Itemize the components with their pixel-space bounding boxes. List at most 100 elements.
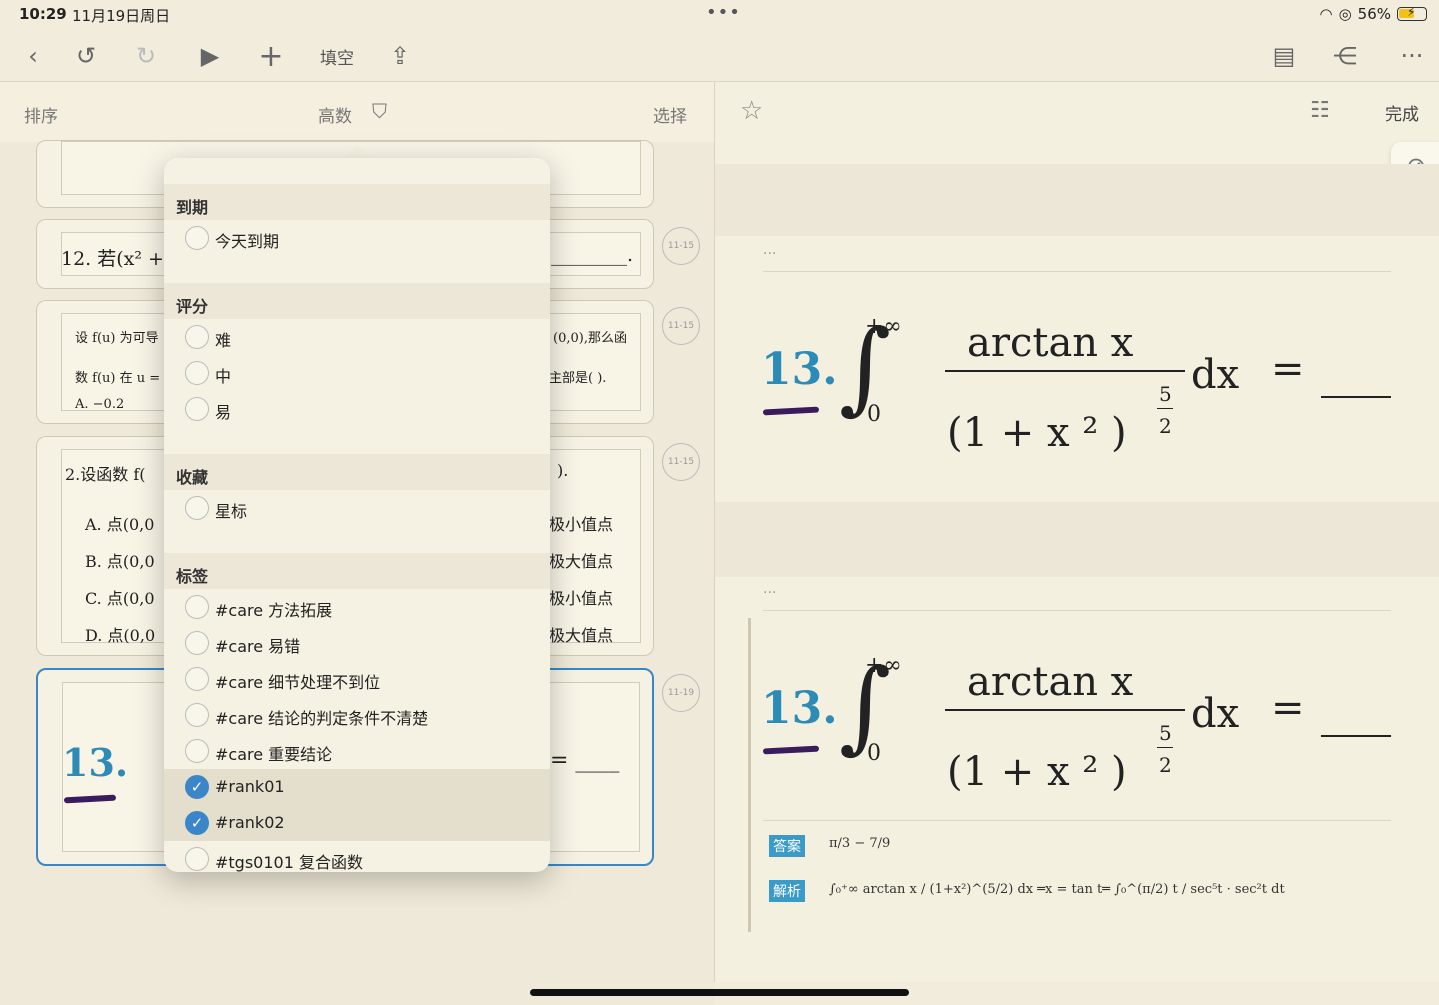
option-tag[interactable]: #tgs0101 复合函数: [164, 841, 550, 872]
divider: [763, 271, 1391, 272]
list-header: 排序 高数 ⛉ 选择: [0, 82, 714, 142]
question-number: 13.: [761, 344, 838, 395]
front-more-icon[interactable]: ···: [763, 246, 776, 262]
redo-icon[interactable]: ↻: [129, 40, 163, 72]
differential: dx: [1191, 691, 1240, 737]
share-icon[interactable]: ⇪: [383, 40, 417, 72]
lower-limit: 0: [867, 402, 881, 427]
fill-blank-button[interactable]: 填空: [320, 44, 354, 69]
wifi-icon: ◠: [1319, 5, 1333, 23]
option-tag[interactable]: #care 结论的判定条件不清楚: [164, 697, 550, 733]
sort-button[interactable]: 排序: [24, 102, 58, 127]
denominator: (1 + x ² ): [947, 410, 1127, 456]
option-due-today[interactable]: 今天到期: [164, 220, 550, 256]
radio-circle-icon[interactable]: [185, 226, 209, 250]
denominator: (1 + x ² ): [947, 749, 1127, 795]
more-icon[interactable]: ···: [1395, 40, 1429, 72]
analysis-text: ∫₀⁺∞ arctan x / (1+x²)^(5/2) dx ═x = tan…: [829, 882, 1285, 897]
fraction-bar: [945, 370, 1185, 372]
multitask-dots-icon[interactable]: •••: [706, 2, 741, 23]
undo-icon[interactable]: ↺: [69, 40, 103, 72]
fraction-bar: [945, 709, 1185, 711]
play-icon[interactable]: ▶: [193, 40, 227, 72]
radio-circle-icon[interactable]: [185, 397, 209, 421]
option-tag-rank02[interactable]: ✓ #rank02: [164, 805, 550, 841]
option-tag[interactable]: #care 方法拓展: [164, 589, 550, 625]
option-tag[interactable]: #care 重要结论: [164, 733, 550, 769]
radio-circle-icon[interactable]: [185, 631, 209, 655]
answer-value: π/3 − 7/9: [829, 836, 891, 851]
upper-limit: +∞: [865, 314, 902, 339]
due-date-badge: 11-15: [662, 443, 700, 481]
section-favorites: 收藏: [164, 454, 550, 490]
exponent-bar: [1157, 747, 1173, 748]
answer-blank: [1321, 735, 1391, 737]
status-bar: 10:29 11月19日周日 ••• ◠ ◎ 56% ⚡: [0, 0, 1439, 30]
back-icon[interactable]: ‹: [16, 40, 50, 72]
select-button[interactable]: 选择: [653, 102, 687, 127]
filter-icon[interactable]: ⛉: [372, 99, 387, 123]
equals-sign: =: [1271, 346, 1305, 392]
differential: dx: [1191, 352, 1240, 398]
mindmap-icon[interactable]: ⋲: [1328, 40, 1362, 72]
card-text: ).: [557, 461, 569, 480]
radio-circle-icon[interactable]: [185, 496, 209, 520]
option-tag-rank01[interactable]: ✓ #rank01: [164, 769, 550, 805]
card-text: (0,0),那么函: [553, 331, 627, 346]
checkmark-icon[interactable]: ✓: [185, 811, 209, 835]
ink-underline: [762, 406, 820, 416]
back-more-icon[interactable]: ···: [763, 585, 776, 601]
exponent-numerator: 5: [1159, 721, 1172, 745]
star-icon[interactable]: ☆: [740, 96, 763, 126]
separator-band: [715, 164, 1439, 236]
checkmark-icon[interactable]: ✓: [185, 775, 209, 799]
exponent-bar: [1157, 408, 1173, 409]
top-toolbar: ‹ ↺ ↻ ▶ + 填空 ⇪ ▤ ⋲ ···: [0, 30, 1439, 82]
radio-circle-icon[interactable]: [185, 667, 209, 691]
card-text: A. 点(0,0: [85, 515, 155, 534]
question-number: 13.: [761, 683, 838, 734]
exponent-denominator: 2: [1159, 753, 1172, 777]
card-text: 2.设函数 f(: [65, 465, 146, 484]
document-icon[interactable]: ▤: [1267, 40, 1301, 72]
card-text: A. −0.2: [75, 397, 125, 412]
option-medium[interactable]: 中: [164, 355, 550, 391]
option-easy[interactable]: 易: [164, 391, 550, 427]
done-button[interactable]: 完成: [1385, 100, 1419, 125]
outline-icon[interactable]: ☷: [1310, 98, 1330, 123]
section-tags: 标签: [164, 553, 550, 589]
card-text: 极大值点: [549, 626, 614, 645]
lock-rotation-icon: ◎: [1338, 5, 1352, 23]
option-hard[interactable]: 难: [164, 319, 550, 355]
status-time: 10:29: [19, 5, 67, 23]
card-text: 极小值点: [549, 515, 614, 534]
home-indicator[interactable]: [530, 989, 909, 996]
radio-circle-icon[interactable]: [185, 325, 209, 349]
add-icon[interactable]: +: [254, 39, 288, 74]
answer-tag: 答案: [769, 835, 805, 857]
filter-popover: 到期 今天到期 评分 难 中 易 收藏 星标 标签 #care 方法拓展 #ca…: [164, 158, 550, 872]
due-date-badge: 11-15: [662, 227, 700, 265]
section-due: 到期: [164, 184, 550, 220]
exponent-denominator: 2: [1159, 414, 1172, 438]
numerator: arctan x: [967, 659, 1134, 705]
card-detail-pane: ☆ ☷ 完成 ⊘ ··· 13. ∫ +∞ 0 arctan x (1 + x …: [714, 82, 1439, 982]
card-text: = ____: [550, 748, 620, 773]
due-date-badge: 11-19: [662, 674, 700, 712]
radio-circle-icon[interactable]: [185, 739, 209, 763]
detail-header: ☆ ☷ 完成: [715, 82, 1439, 142]
radio-circle-icon[interactable]: [185, 703, 209, 727]
answer-blank: [1321, 396, 1391, 398]
radio-circle-icon[interactable]: [185, 361, 209, 385]
option-tag[interactable]: #care 易错: [164, 625, 550, 661]
option-tag[interactable]: #care 细节处理不到位: [164, 661, 550, 697]
status-right: ◠ ◎ 56% ⚡: [1319, 5, 1427, 23]
option-starred[interactable]: 星标: [164, 490, 550, 526]
status-date: 11月19日周日: [72, 7, 171, 25]
radio-circle-icon[interactable]: [185, 847, 209, 871]
analysis-tag: 解析: [769, 880, 805, 902]
card-text: 13.: [62, 740, 129, 785]
list-title[interactable]: 高数: [318, 102, 352, 127]
divider: [763, 610, 1391, 611]
radio-circle-icon[interactable]: [185, 595, 209, 619]
